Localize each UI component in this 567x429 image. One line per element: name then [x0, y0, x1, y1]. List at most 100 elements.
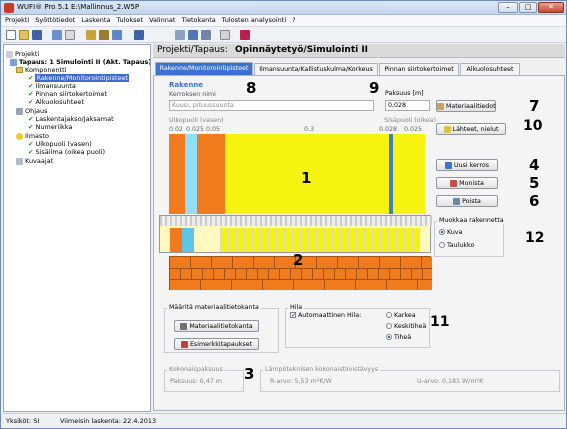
copy-icon [450, 179, 458, 187]
case-header-label: Projekti/Tapaus: [157, 45, 228, 55]
tick-label: 0.3 [304, 126, 315, 133]
menu-help[interactable]: ? [289, 15, 298, 25]
radio-icon [386, 312, 392, 318]
section-title: Rakenne [169, 81, 204, 89]
menu-syottotiedot[interactable]: Syöttötiedot [32, 15, 78, 25]
save-icon[interactable] [32, 30, 42, 40]
view-table-label: Taulukko [447, 242, 475, 249]
callout-9: 9 [369, 79, 380, 97]
material-db-label: Materiaalitietokanta [189, 323, 253, 330]
tree-item-ilmansuunta[interactable]: Ilmansuunta [35, 82, 75, 90]
monitor-points-bar [159, 215, 432, 253]
delete-case-icon[interactable] [65, 30, 75, 40]
check-icon: ✔ [28, 90, 34, 98]
grid-fine-option[interactable]: Tiheä [386, 334, 411, 341]
tree-item-sisailma[interactable]: Sisäilma (oikea puoli) [35, 148, 105, 156]
tree-item-alkuolo[interactable]: Alkuolosuhteet [35, 98, 83, 106]
copy-button[interactable]: Monista [436, 177, 498, 189]
tick-label: 0.02 [169, 126, 184, 133]
minimize-button[interactable]: – [498, 2, 518, 13]
layer-inner-board[interactable] [393, 134, 425, 214]
tree-case[interactable]: Tapaus: 1 Simulointi II (Akt. Tapaus) [19, 58, 150, 66]
callout-3: 3 [244, 365, 255, 383]
menu-valinnat[interactable]: Valinnat [146, 15, 178, 25]
open-folder-icon[interactable] [19, 30, 29, 40]
close-button[interactable]: ✕ [538, 2, 564, 13]
tree-item-numeriikka[interactable]: Numeriikka [35, 123, 72, 131]
tab-pinnan[interactable]: Pinnan siirtokertoimet [379, 63, 459, 75]
layer-name-input[interactable]: Kuusi, pituussuunta [169, 100, 374, 111]
view-picture-option[interactable]: Kuva [439, 229, 462, 236]
calc-icon[interactable] [86, 30, 96, 40]
menu-laskenta[interactable]: Laskenta [78, 15, 113, 25]
tab-ilmansuunta[interactable]: Ilmansuunta/Kallistuskulma/Korkeus [254, 63, 378, 75]
grid-coarse-label: Karkea [394, 312, 416, 319]
tree-item-laskentajakso[interactable]: Laskentajakso/Jaksamat [35, 115, 113, 123]
menu-tietokanta[interactable]: Tietokanta [178, 15, 218, 25]
status-last-calc: Viimeisin laskenta: 22.4.2013 [60, 417, 157, 425]
project-tree: Projekti Tapaus: 1 Simulointi II (Akt. T… [3, 44, 151, 412]
material-db-button[interactable]: Materiaalitietokanta [174, 320, 259, 332]
examples-icon [180, 340, 188, 348]
help-icon[interactable] [220, 30, 230, 40]
case-tree-icon [10, 58, 17, 66]
r-value: R-arvo: 5,53 m²K/W [270, 378, 332, 385]
graphs-icon [16, 157, 23, 165]
auto-grid-checkbox[interactable]: ✓ Automaattinen Hila: [290, 312, 361, 319]
tree-root[interactable]: Projekti [15, 50, 39, 58]
tab-alkuolo[interactable]: Alkuolosuhteet [460, 63, 520, 75]
new-layer-label: Uusi kerros [454, 162, 489, 169]
radio-icon [386, 334, 392, 340]
tree-kuvaajat[interactable]: Kuvaajat [25, 157, 53, 165]
tree-item-rakenne[interactable]: Rakenne/Monitorointipisteet [35, 74, 130, 82]
calc-all-icon[interactable] [99, 30, 109, 40]
check-icon: ✔ [28, 98, 34, 106]
menu-projekti[interactable]: Projekti [2, 15, 32, 25]
new-layer-button[interactable]: Uusi kerros [436, 159, 498, 171]
tab-rakenne[interactable]: Rakenne/Monitorointipisteet [155, 62, 253, 75]
maximize-button[interactable]: □ [519, 2, 537, 13]
db-icon[interactable] [175, 30, 185, 40]
sources-button[interactable]: Lähteet, nielut [436, 123, 506, 135]
grid-coarse-option[interactable]: Karkea [386, 312, 416, 319]
layer-outer-cladding[interactable] [169, 134, 185, 214]
case-header: Projekti/Tapaus: Opinnäytetyö/Simulointi… [153, 44, 565, 58]
edit-structure-group [434, 221, 504, 257]
materials-label: Materiaalitiedot [446, 103, 496, 110]
check-icon: ✔ [28, 123, 34, 131]
app-window: WUFI® Pro 5.1 E:\Mallinnus_2.W5P – □ ✕ P… [0, 0, 567, 429]
table-icon[interactable] [134, 30, 144, 40]
tree-komponentti[interactable]: Komponentti [25, 66, 67, 74]
thickness-input[interactable]: 0,028 [385, 100, 430, 111]
grid-icon[interactable] [188, 30, 198, 40]
material-db-title: Määritä materiaalitietokanta [167, 304, 261, 311]
tick-label: 0.025 [404, 126, 423, 133]
layer-air-gap[interactable] [185, 134, 197, 214]
tree-ohjaus[interactable]: Ohjaus [25, 107, 48, 115]
delete-button[interactable]: Poista [436, 195, 498, 207]
results-icon[interactable] [112, 30, 122, 40]
view-table-option[interactable]: Taulukko [439, 242, 474, 249]
delete-label: Poista [462, 198, 481, 205]
new-file-icon[interactable] [6, 30, 16, 40]
tree-item-ulkopuoli[interactable]: Ulkopuoli (vasen) [35, 140, 91, 148]
chart-icon[interactable] [201, 30, 211, 40]
menu-analysointi[interactable]: Tulosten analysointi [219, 15, 289, 25]
toolbar [2, 27, 566, 43]
tree-ilmasto[interactable]: Ilmasto [25, 132, 49, 140]
app-icon [4, 3, 14, 13]
layer-board[interactable] [197, 134, 225, 214]
grid-medium-option[interactable]: Keskitiheä [386, 323, 426, 330]
tree-item-pinnan[interactable]: Pinnan siirtokertoimet [35, 90, 107, 98]
case-icon[interactable] [52, 30, 62, 40]
callout-4: 4 [529, 156, 540, 174]
view-picture-label: Kuva [447, 229, 463, 236]
sources-label: Lähteet, nielut [452, 126, 499, 133]
materials-button[interactable]: Materiaalitiedot [436, 100, 496, 112]
u-value: U-arvo: 0,181 W/m²K [417, 378, 484, 385]
db-icon [180, 322, 188, 330]
menu-tulokset[interactable]: Tulokset [113, 15, 146, 25]
outside-label: Ulkopuoli (vasen) [169, 117, 224, 124]
exit-icon[interactable] [240, 30, 250, 40]
examples-button[interactable]: Esimerkkitapaukset [174, 338, 259, 350]
